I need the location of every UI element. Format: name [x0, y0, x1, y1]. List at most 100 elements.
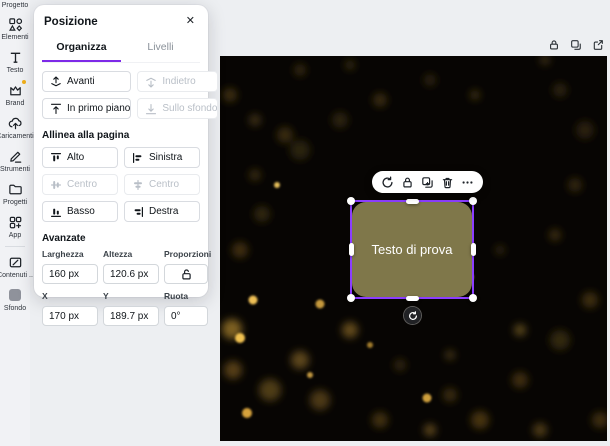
send-backward-label: Indietro: [162, 76, 196, 87]
sidebar-item-caricamenti[interactable]: Caricamenti: [0, 111, 34, 144]
close-icon[interactable]: ✕: [183, 14, 198, 29]
send-to-back-button[interactable]: Sullo sfondo: [137, 98, 219, 119]
app-window: Progetto Elementi Testo Brand Caricament…: [0, 0, 610, 446]
page-actions: [547, 38, 604, 51]
trash-icon[interactable]: [441, 176, 454, 189]
upload-icon: [7, 115, 23, 131]
bring-to-front-label: In primo piano: [67, 103, 131, 114]
sidebar-item-testo[interactable]: Testo: [0, 45, 30, 78]
advanced-section-title: Avanzate: [42, 233, 86, 244]
more-options-icon[interactable]: [461, 176, 474, 189]
align-middle-label: Centro: [67, 179, 98, 190]
bring-forward-button[interactable]: Avanti: [42, 71, 132, 92]
sidebar-item-contenuti[interactable]: Contenuti ..: [0, 250, 33, 283]
tab-livelli[interactable]: Livelli: [121, 35, 200, 62]
sidebar-item-label: Elementi: [1, 34, 29, 41]
align-bottom-icon: [51, 208, 61, 217]
sidebar-item-label: App: [8, 232, 22, 239]
y-input[interactable]: [103, 306, 159, 326]
position-panel: Posizione ✕ Organizza Livelli Avanti Ind…: [34, 5, 219, 326]
text-icon: [7, 49, 23, 65]
resize-handle-e[interactable]: [470, 243, 476, 256]
brand-badge: [21, 79, 27, 85]
align-top-button[interactable]: Alto: [42, 147, 118, 168]
align-middle-button[interactable]: Centro: [42, 174, 118, 195]
content-edit-icon: [7, 254, 23, 270]
send-backward-icon: [146, 77, 157, 88]
send-backward-button[interactable]: Indietro: [137, 71, 219, 92]
resize-handle-nw[interactable]: [347, 197, 355, 205]
sidebar-item-sfondo[interactable]: Sfondo: [0, 283, 30, 316]
align-center-icon: [134, 179, 142, 190]
bring-to-front-button[interactable]: In primo piano: [42, 98, 132, 119]
sidebar-item-label: Contenuti ..: [0, 272, 33, 279]
width-input[interactable]: [42, 264, 98, 284]
lock-page-icon[interactable]: [547, 38, 560, 51]
align-middle-icon: [51, 180, 61, 189]
rotate-handle[interactable]: [404, 307, 421, 324]
align-center-label: Centro: [149, 179, 180, 190]
align-right-button[interactable]: Destra: [124, 201, 200, 222]
unlock-icon: [181, 268, 191, 279]
rotate-input[interactable]: [164, 306, 208, 326]
shape-text[interactable]: Testo di prova: [372, 242, 453, 257]
resize-handle-s[interactable]: [405, 295, 419, 301]
rotate-label: Ruota: [164, 291, 189, 301]
tools-icon: [7, 148, 23, 164]
align-section-title: Allinea alla pagina: [42, 130, 130, 141]
sidebar-item-label: Caricamenti: [0, 133, 34, 140]
align-left-label: Sinistra: [149, 152, 183, 163]
align-left-button[interactable]: Sinistra: [124, 147, 200, 168]
sidebar-item-label: Progetti: [2, 199, 28, 206]
sidebar-item-label: Progetto: [1, 2, 29, 9]
folder-icon: [7, 181, 23, 197]
duplicate-icon[interactable]: [421, 176, 434, 189]
sidebar: Progetto Elementi Testo Brand Caricament…: [0, 0, 34, 446]
align-top-icon: [51, 152, 61, 161]
x-label: X: [42, 291, 48, 301]
panel-title: Posizione: [44, 15, 98, 28]
align-center-button[interactable]: Centro: [124, 174, 200, 195]
brand-icon: [7, 79, 27, 98]
resize-handle-ne[interactable]: [469, 197, 477, 205]
sidebar-item-label: Strumenti: [0, 166, 30, 173]
align-bottom-label: Basso: [67, 206, 95, 217]
resize-handle-sw[interactable]: [347, 294, 355, 302]
element-toolbar: [372, 171, 483, 193]
y-label: Y: [103, 291, 109, 301]
resize-handle-w[interactable]: [348, 243, 354, 256]
sidebar-item-label: Testo: [6, 67, 24, 74]
background-thumb-icon: [7, 287, 23, 303]
send-to-back-icon: [146, 103, 157, 114]
x-input[interactable]: [42, 306, 98, 326]
resize-handle-se[interactable]: [469, 294, 477, 302]
width-label: Larghezza: [42, 249, 84, 259]
apps-icon: [7, 214, 23, 230]
height-input[interactable]: [103, 264, 159, 284]
tab-organizza[interactable]: Organizza: [42, 35, 121, 62]
resize-handle-n[interactable]: [405, 198, 419, 204]
selected-shape[interactable]: Testo di prova: [352, 202, 472, 297]
duplicate-page-icon[interactable]: [569, 38, 582, 51]
height-label: Altezza: [103, 249, 133, 259]
send-to-back-label: Sullo sfondo: [162, 103, 218, 114]
sidebar-item-label: Sfondo: [3, 305, 27, 312]
align-left-icon: [133, 152, 142, 163]
align-right-label: Destra: [149, 206, 179, 217]
lock-icon[interactable]: [401, 176, 414, 189]
rotate-icon[interactable]: [381, 176, 394, 189]
panel-tabs: Organizza Livelli: [42, 35, 200, 63]
export-page-icon[interactable]: [591, 38, 604, 51]
proportions-lock-button[interactable]: [164, 264, 208, 284]
sidebar-item-brand[interactable]: Brand: [0, 78, 30, 111]
align-right-icon: [134, 206, 143, 217]
sidebar-item-elementi[interactable]: Elementi: [0, 12, 30, 45]
proportions-label: Proporzioni: [164, 249, 212, 259]
sidebar-item-strumenti[interactable]: Strumenti: [0, 144, 30, 177]
sidebar-item-progetti[interactable]: Progetti: [0, 177, 30, 210]
design-canvas[interactable]: Testo di prova: [220, 56, 607, 441]
align-bottom-button[interactable]: Basso: [42, 201, 118, 222]
sidebar-item-progetto[interactable]: Progetto: [0, 0, 30, 12]
sidebar-divider: [5, 246, 25, 247]
sidebar-item-app[interactable]: App: [0, 210, 30, 243]
